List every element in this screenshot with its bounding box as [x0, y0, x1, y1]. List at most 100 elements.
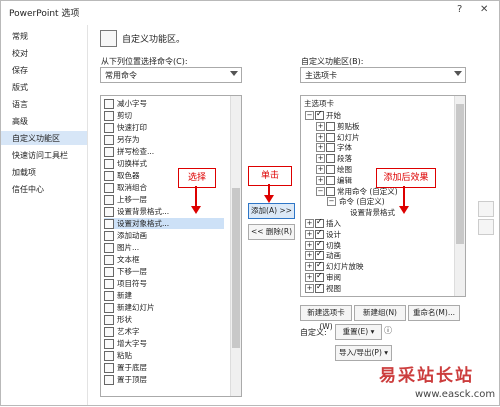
checkbox[interactable] — [315, 217, 324, 228]
tree-item-label: 视图 — [326, 283, 341, 293]
list-item[interactable]: 快速打印 — [104, 122, 224, 133]
ribbon-tree[interactable]: 主选项卡 −开始+剪贴板+幻灯片+字体+段落+绘图+编辑−常用命令 (自定义)−… — [300, 95, 466, 297]
list-item[interactable]: 另存为 — [104, 134, 224, 145]
expand-icon[interactable]: + — [305, 229, 314, 239]
commands-scrollbar[interactable] — [230, 96, 241, 396]
chevron-down-icon — [230, 71, 238, 76]
sidebar-item-trust-center[interactable]: 信任中心 — [1, 182, 87, 196]
sidebar-item-addins[interactable]: 加载项 — [1, 165, 87, 179]
list-item-selected[interactable]: 设置对象格式... — [104, 218, 224, 229]
list-item[interactable]: 拼写检查... — [104, 146, 224, 157]
checkbox[interactable] — [315, 109, 324, 120]
ribbon-icon — [100, 30, 117, 47]
scroll-thumb[interactable] — [232, 188, 240, 348]
checkbox[interactable] — [315, 260, 324, 272]
checkbox[interactable] — [315, 228, 324, 239]
command-icon — [104, 351, 114, 361]
command-icon — [104, 231, 114, 241]
list-item[interactable]: 剪切 — [104, 110, 224, 121]
collapse-icon[interactable]: − — [327, 197, 336, 207]
list-item[interactable]: 新建幻灯片 — [104, 302, 224, 313]
list-item[interactable]: 置于底层 — [104, 362, 224, 373]
expand-icon[interactable]: + — [316, 132, 325, 142]
expand-icon[interactable]: + — [305, 283, 314, 293]
sidebar-item-save[interactable]: 保存 — [1, 63, 87, 77]
command-icon — [104, 111, 114, 121]
command-icon — [104, 195, 114, 205]
list-item[interactable]: 粘贴 — [104, 350, 224, 361]
list-item[interactable]: 新建 — [104, 290, 224, 301]
checkbox[interactable] — [326, 154, 335, 164]
list-item[interactable]: 文本框 — [104, 254, 224, 265]
list-item[interactable]: 形状 — [104, 314, 224, 325]
expand-icon[interactable]: + — [316, 121, 325, 131]
checkbox[interactable] — [315, 271, 324, 282]
tree-item-label: 段落 — [337, 154, 352, 164]
tree-item-label: 设置背景格式 — [350, 208, 395, 218]
sidebar-item-layout[interactable]: 版式 — [1, 80, 87, 94]
expand-icon[interactable]: + — [305, 219, 314, 228]
expand-icon[interactable]: + — [305, 273, 314, 282]
expand-icon[interactable]: + — [305, 262, 314, 272]
expand-icon[interactable]: + — [316, 143, 325, 153]
scroll-thumb[interactable] — [456, 104, 464, 244]
command-icon — [104, 339, 114, 349]
tree-item-label: 设计 — [326, 229, 341, 239]
list-item[interactable]: 上移一层 — [104, 194, 224, 205]
collapse-icon[interactable]: − — [305, 111, 314, 120]
add-button[interactable]: 添加(A) >> — [248, 203, 295, 219]
expand-icon[interactable]: + — [305, 240, 314, 250]
checkbox[interactable] — [326, 132, 335, 142]
checkbox[interactable] — [315, 239, 324, 250]
tree-scrollbar[interactable] — [454, 96, 465, 296]
tree-item-label: 绘图 — [337, 165, 352, 174]
sidebar-item-general[interactable]: 常规 — [1, 29, 87, 43]
list-item[interactable]: 艺术字 — [104, 326, 224, 337]
close-icon[interactable]: ✕ — [480, 4, 488, 15]
title-bar: PowerPoint 选项 ? ✕ — [1, 1, 499, 25]
reset-button[interactable]: 重置(E) ▾ — [335, 324, 382, 340]
sidebar-item-customize-ribbon[interactable]: 自定义功能区 — [1, 131, 87, 145]
new-tab-button[interactable]: 新建选项卡(W) — [300, 305, 352, 331]
list-item[interactable]: 添加动画 — [104, 230, 224, 241]
list-item[interactable]: 置于顶层 — [104, 374, 224, 385]
expand-icon[interactable]: + — [316, 154, 325, 164]
list-item[interactable]: 项目符号 — [104, 278, 224, 289]
checkbox[interactable] — [326, 121, 335, 131]
commands-list[interactable]: 减小字号 剪切 快速打印 另存为 拼写检查... 切换样式 取色器 取消组合 上… — [100, 95, 242, 397]
help-icon[interactable]: ? — [457, 4, 462, 15]
move-up-button[interactable] — [478, 201, 494, 217]
checkbox[interactable] — [315, 249, 324, 261]
sidebar-item-quick-access-toolbar[interactable]: 快速访问工具栏 — [1, 148, 87, 162]
list-item[interactable]: 图片... — [104, 242, 224, 253]
import-export-button[interactable]: 导入/导出(P) ▾ — [335, 345, 392, 361]
sidebar-item-proofing[interactable]: 校对 — [1, 46, 87, 60]
sidebar-item-language[interactable]: 语言 — [1, 97, 87, 111]
callout-added-result: 添加后效果 — [376, 168, 436, 188]
expand-icon[interactable]: + — [316, 165, 325, 174]
checkbox[interactable] — [326, 175, 335, 185]
checkbox[interactable] — [326, 143, 335, 153]
tree-item-label: 字体 — [337, 143, 352, 153]
checkbox[interactable] — [315, 282, 324, 293]
list-item[interactable]: 设置背景格式... — [104, 206, 224, 217]
list-item[interactable]: 下移一层 — [104, 266, 224, 277]
command-icon — [104, 291, 114, 301]
list-item[interactable]: 增大字号 — [104, 338, 224, 349]
move-down-button[interactable] — [478, 219, 494, 235]
expand-icon[interactable]: + — [316, 175, 325, 185]
rename-button[interactable]: 重命名(M)... — [408, 305, 460, 321]
list-item[interactable]: 减小字号 — [104, 98, 224, 109]
choose-commands-dropdown[interactable]: 常用命令 — [100, 67, 242, 83]
expand-icon[interactable]: + — [305, 251, 314, 261]
remove-button[interactable]: << 删除(R) — [248, 224, 295, 240]
customize-ribbon-value: 主选项卡 — [305, 71, 337, 80]
command-icon — [104, 207, 114, 217]
command-icon — [104, 219, 114, 229]
checkbox[interactable] — [326, 186, 335, 196]
checkbox[interactable] — [326, 165, 335, 174]
customize-ribbon-dropdown[interactable]: 主选项卡 — [300, 67, 466, 83]
sidebar-item-advanced[interactable]: 高级 — [1, 114, 87, 128]
new-group-button[interactable]: 新建组(N) — [354, 305, 406, 321]
collapse-icon[interactable]: − — [316, 186, 325, 196]
